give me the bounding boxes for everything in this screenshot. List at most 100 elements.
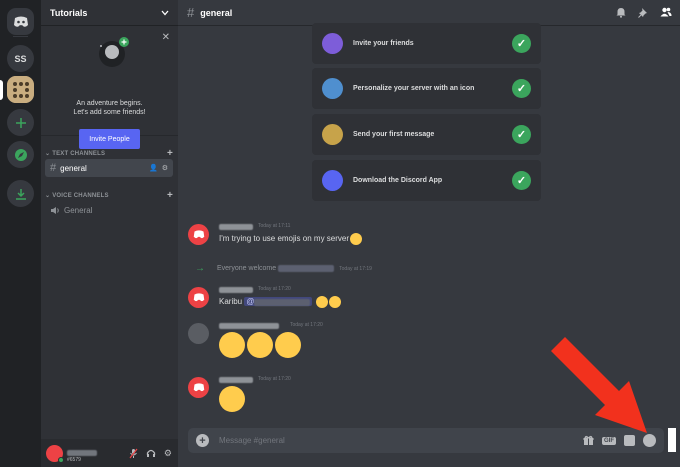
invite-illustration-icon: [99, 37, 129, 67]
add-channel-icon[interactable]: +: [167, 190, 173, 201]
annotation-arrow-icon: [551, 337, 647, 433]
checklist-label: Personalize your server with an icon: [353, 85, 475, 92]
channel-label: General: [64, 205, 93, 215]
timestamp: Today at 17:20: [258, 376, 291, 382]
invite-member-icon[interactable]: 👤: [149, 164, 158, 172]
add-server-icon[interactable]: [7, 109, 34, 136]
username-redacted: [219, 224, 253, 230]
timestamp: Today at 17:20: [258, 286, 291, 292]
halo-emoji-icon: [315, 296, 328, 308]
smile-emoji-icon: [328, 296, 341, 308]
invite-line-1: An adventure begins.: [76, 100, 143, 107]
speaker-icon: [51, 206, 59, 214]
pin-icon[interactable]: [638, 7, 648, 18]
personalize-server-icon: [322, 78, 343, 99]
discord-home-icon[interactable]: [7, 8, 34, 35]
checklist-item-download-app[interactable]: Download the Discord App ✓: [312, 160, 541, 201]
star-struck-emoji-icon: [219, 332, 245, 358]
discord-logo-icon: [193, 230, 204, 239]
winking-tongue-emoji-icon: [219, 386, 245, 412]
invite-people-button[interactable]: Invite People: [79, 129, 140, 149]
hash-icon: #: [187, 5, 195, 20]
username-redacted: [278, 265, 335, 272]
avatar[interactable]: [46, 444, 64, 463]
hash-icon: #: [50, 162, 57, 174]
username-redacted: [219, 377, 253, 383]
system-text: Everyone welcome: [217, 265, 277, 272]
server-tutorials[interactable]: [7, 76, 34, 103]
channel-sidebar: Tutorials ✕ An adventure begins. Let's a…: [41, 0, 178, 467]
user-panel: #6579 ⚙: [41, 439, 178, 467]
neutral-face-emoji-icon: [275, 332, 301, 358]
join-arrow-icon: →: [195, 263, 205, 274]
discord-logo-icon: [193, 293, 204, 302]
checklist-item-first-message[interactable]: Send your first message ✓: [312, 114, 541, 155]
close-icon[interactable]: ✕: [162, 32, 170, 43]
checklist-label: Download the Discord App: [353, 177, 443, 184]
discord-window: SS Tutorials ✕ An adventure begins. Let'…: [0, 0, 680, 467]
no-mouth-emoji-icon: [247, 332, 273, 358]
avatar[interactable]: [188, 377, 209, 398]
avatar[interactable]: [188, 323, 209, 344]
category-label: VOICE CHANNELS: [52, 192, 109, 199]
category-label: TEXT CHANNELS: [52, 150, 106, 157]
chevron-down-icon: ⌄: [45, 193, 51, 199]
headphones-icon[interactable]: [146, 448, 156, 458]
system-message: → Everyone welcome Today at 17:19: [195, 263, 372, 274]
server-ss[interactable]: SS: [7, 45, 34, 72]
channel-general[interactable]: # general 👤 ⚙: [45, 159, 173, 177]
message-input[interactable]: [219, 436, 583, 445]
text-cursor-block: [668, 428, 676, 452]
username-redacted: [254, 298, 311, 306]
grinning-emoji-icon: [350, 233, 363, 245]
channel-title: general: [200, 7, 233, 18]
explore-servers-icon[interactable]: [7, 141, 34, 168]
chevron-down-icon: ⌄: [45, 151, 51, 157]
invite-friends-icon: [322, 33, 343, 54]
checklist-label: Invite your friends: [353, 40, 414, 47]
checkmark-icon: ✓: [512, 34, 531, 53]
timestamp: Today at 17:11: [258, 223, 291, 229]
mention-at: @: [246, 297, 255, 307]
add-channel-icon[interactable]: +: [167, 148, 173, 159]
checklist-item-personalize[interactable]: Personalize your server with an icon ✓: [312, 68, 541, 109]
checkmark-icon: ✓: [512, 125, 531, 144]
guild-header[interactable]: Tutorials: [41, 0, 178, 26]
timestamp: Today at 17:20: [290, 322, 323, 328]
online-status-icon: [58, 456, 64, 463]
username-redacted: [67, 450, 97, 456]
rail-separator: [13, 36, 28, 37]
chevron-down-icon[interactable]: [161, 10, 169, 16]
invite-line-2: Let's add some friends!: [73, 109, 146, 116]
send-message-icon: [322, 124, 343, 145]
bell-icon[interactable]: [616, 7, 626, 18]
checkmark-icon: ✓: [512, 79, 531, 98]
upload-plus-icon[interactable]: +: [196, 434, 209, 447]
user-mention[interactable]: @: [244, 297, 313, 307]
selected-server-indicator: [0, 80, 3, 100]
timestamp: Today at 17:19: [339, 265, 372, 272]
checkmark-icon: ✓: [512, 171, 531, 190]
checklist-item-invite-friends[interactable]: Invite your friends ✓: [312, 23, 541, 64]
text-channels-category[interactable]: ⌄ TEXT CHANNELS +: [45, 148, 173, 159]
user-tag: #6579: [67, 457, 81, 463]
username-redacted: [219, 287, 253, 293]
invite-text: An adventure begins. Let's add some frie…: [41, 99, 178, 117]
discord-logo-icon: [193, 383, 204, 392]
message-body: Karibu: [219, 297, 243, 307]
avatar[interactable]: [188, 287, 209, 308]
message-text: I'm trying to use emojis on my server: [219, 233, 363, 245]
avatar[interactable]: [188, 224, 209, 245]
mute-microphone-icon[interactable]: [129, 448, 138, 459]
download-apps-icon[interactable]: [7, 180, 34, 207]
voice-channels-category[interactable]: ⌄ VOICE CHANNELS +: [45, 190, 173, 201]
gear-icon[interactable]: ⚙: [162, 164, 168, 172]
gear-icon[interactable]: ⚙: [164, 448, 172, 459]
checklist-label: Send your first message: [353, 131, 435, 138]
download-app-icon: [322, 170, 343, 191]
guild-name: Tutorials: [50, 7, 88, 18]
member-list-icon[interactable]: [660, 7, 672, 17]
message-body: I'm trying to use emojis on my server: [219, 234, 350, 244]
message-text: Karibu @: [219, 296, 341, 308]
voice-channel-general[interactable]: General: [45, 201, 173, 219]
